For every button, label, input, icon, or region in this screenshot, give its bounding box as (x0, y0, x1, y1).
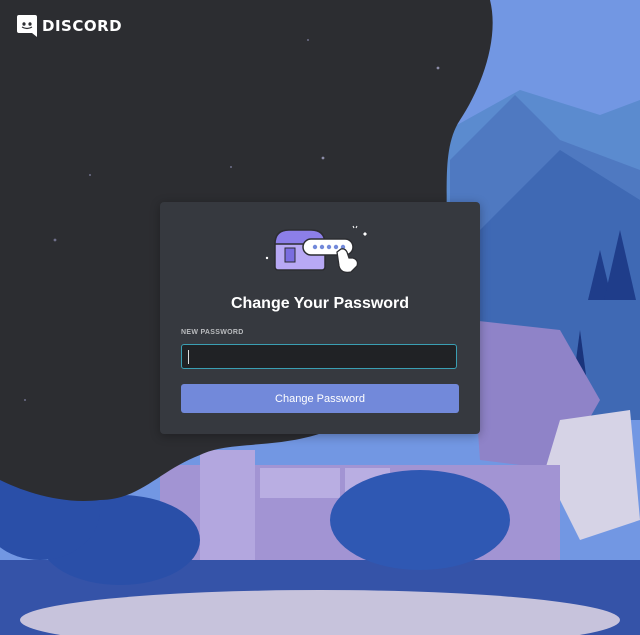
new-password-input[interactable] (181, 344, 457, 369)
new-password-label: NEW PASSWORD (181, 329, 244, 336)
discord-logo-icon (17, 15, 37, 37)
dialog-title: Change Your Password (230, 295, 410, 312)
change-password-card: Change Your Password NEW PASSWORD Change… (160, 202, 480, 434)
discord-logo[interactable]: DISCORD (16, 14, 122, 38)
change-password-button[interactable]: Change Password (181, 384, 459, 413)
text-caret (188, 350, 189, 364)
discord-wordmark: DISCORD (42, 17, 123, 35)
treasure-chest-password-illustration (265, 225, 367, 274)
